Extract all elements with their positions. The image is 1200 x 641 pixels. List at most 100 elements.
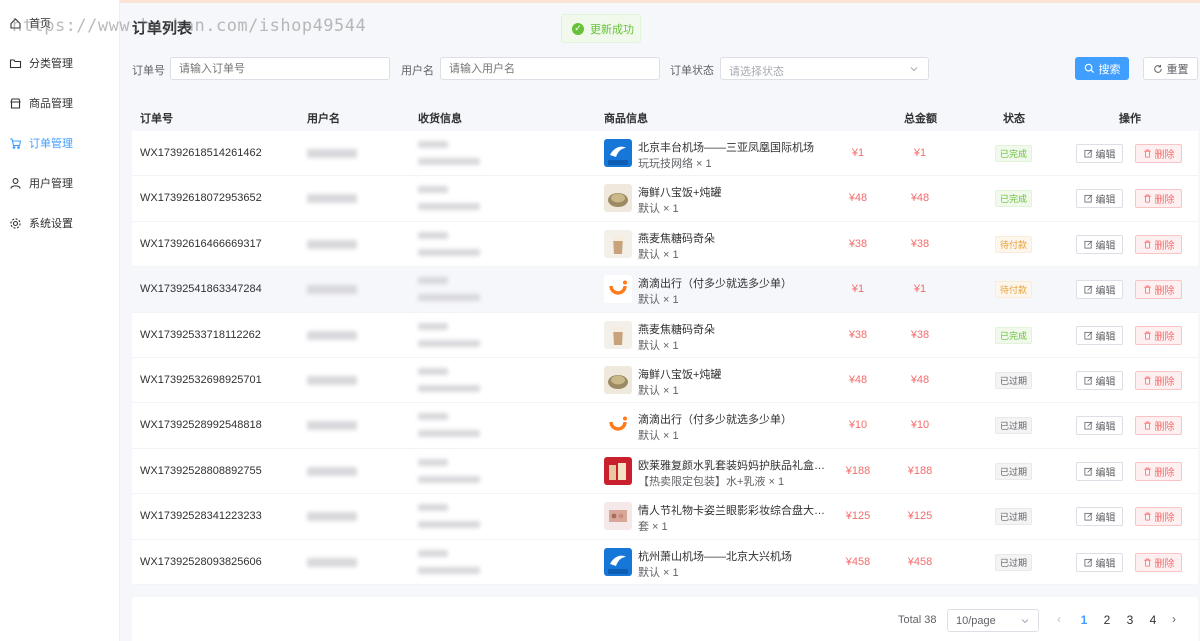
edit-button-label: 编辑 — [1095, 286, 1116, 298]
delete-button[interactable]: 删除 — [1135, 144, 1182, 163]
status-badge: 已完成 — [995, 326, 1033, 344]
shop-icon — [9, 97, 22, 110]
username-label: 用户名 — [401, 65, 434, 77]
edit-button[interactable]: 编辑 — [1076, 189, 1123, 209]
table-row: WX17392532698925701 海鲜八宝饭+炖罐 默认 × 1 ¥48 … — [132, 358, 1198, 404]
delete-button[interactable]: 删除 — [1135, 325, 1182, 345]
blurred-address — [418, 566, 480, 574]
product-name: 滴滴出行（付多少就选多少单） — [638, 278, 792, 291]
blurred-username — [307, 421, 357, 431]
page-number[interactable]: 1 — [1077, 613, 1091, 627]
page-number[interactable]: 2 — [1100, 613, 1114, 627]
sidebar-item-4[interactable]: 用户管理 — [0, 163, 119, 203]
prev-page-button[interactable]: ‹ — [1057, 612, 1061, 626]
table-row: WX17392541863347284 滴滴出行（付多少就选多少单） 默认 × … — [132, 267, 1198, 313]
delete-button[interactable]: 删除 — [1135, 189, 1182, 209]
edit-button[interactable]: 编辑 — [1076, 325, 1123, 345]
blurred-recipient — [418, 231, 448, 239]
trash-icon — [1143, 331, 1151, 340]
unit-price: ¥10 — [848, 419, 868, 432]
table-header: 订单号 用户名 收货信息 商品信息 总金额 状态 操作 — [132, 100, 1198, 131]
status-badge: 已过期 — [995, 508, 1033, 526]
header-actions: 操作 — [1119, 113, 1141, 125]
product-spec: 【热卖限定包装】水+乳液 × 1 — [638, 475, 785, 488]
delete-button[interactable]: 删除 — [1135, 370, 1182, 390]
blurred-username — [307, 512, 357, 522]
unit-price: ¥1 — [851, 147, 865, 159]
total-amount: ¥125 — [907, 510, 933, 523]
username-input[interactable] — [440, 57, 660, 80]
unit-price: ¥125 — [845, 510, 871, 523]
sidebar-item-3[interactable]: 订单管理 — [0, 123, 119, 163]
delete-button[interactable]: 删除 — [1135, 461, 1182, 481]
chevron-down-icon — [910, 67, 918, 72]
sidebar-item-5[interactable]: 系统设置 — [0, 203, 119, 243]
status-select[interactable]: 请选择状态 — [720, 57, 929, 80]
delete-button[interactable]: 删除 — [1135, 280, 1182, 300]
unit-price: ¥48 — [848, 373, 868, 386]
product-name: 燕麦焦糖码奇朵 — [638, 232, 715, 245]
blurred-recipient — [418, 322, 448, 330]
edit-button[interactable]: 编辑 — [1076, 370, 1123, 390]
page-number[interactable]: 3 — [1123, 613, 1137, 627]
blurred-address — [418, 294, 480, 302]
order-no-label: 订单号 — [132, 65, 165, 77]
delete-button-label: 删除 — [1154, 195, 1175, 207]
edit-button[interactable]: 编辑 — [1076, 461, 1123, 481]
blurred-username — [307, 239, 357, 249]
edit-button[interactable]: 编辑 — [1076, 234, 1123, 254]
edit-button[interactable]: 编辑 — [1076, 507, 1123, 527]
trash-icon — [1143, 467, 1151, 476]
edit-button[interactable]: 编辑 — [1076, 552, 1123, 572]
sidebar-item-label: 系统设置 — [29, 218, 73, 230]
delete-button[interactable]: 删除 — [1135, 416, 1182, 436]
page-number[interactable]: 4 — [1146, 613, 1160, 627]
order-no-input[interactable] — [170, 57, 390, 80]
blurred-recipient — [418, 141, 448, 148]
edit-button[interactable]: 编辑 — [1076, 280, 1123, 300]
delete-button-label: 删除 — [1154, 331, 1175, 343]
delete-button[interactable]: 删除 — [1135, 552, 1182, 572]
product-thumbnail — [604, 139, 632, 167]
status-badge: 已过期 — [995, 462, 1033, 480]
product-thumbnail — [604, 411, 632, 440]
trash-icon — [1143, 422, 1151, 430]
product-spec: 默认 × 1 — [638, 384, 679, 397]
product-name: 杭州萧山机场——北京大兴机场 — [638, 550, 792, 563]
header-username: 用户名 — [307, 113, 340, 125]
sidebar-item-0[interactable]: 首页 — [0, 3, 119, 43]
sidebar: 首页 分类管理 商品管理 订单管理 用户管理系统设置 — [0, 0, 120, 641]
edit-icon — [1083, 331, 1092, 340]
product-spec: 默认 × 1 — [638, 339, 679, 352]
folder-icon — [9, 57, 22, 70]
product-thumbnail — [604, 547, 632, 576]
table-row: WX17392528808892755 欧莱雅复颜水乳套装妈妈护肤品礼盒滋润..… — [132, 449, 1198, 495]
sidebar-item-2[interactable]: 商品管理 — [0, 83, 119, 123]
product-name: 欧莱雅复颜水乳套装妈妈护肤品礼盒滋润... — [638, 459, 834, 472]
product-name: 滴滴出行（付多少就选多少单） — [638, 414, 792, 427]
order-number: WX17392528093825606 — [140, 555, 262, 568]
product-spec: 默认 × 1 — [638, 248, 679, 261]
sidebar-item-1[interactable]: 分类管理 — [0, 43, 119, 83]
edit-icon — [1083, 149, 1092, 158]
table-row: WX17392618514261462 北京丰台机场——三亚凤凰国际机场 玩玩技… — [132, 131, 1198, 177]
header-order-no: 订单号 — [140, 113, 173, 125]
page-size-select[interactable]: 10/page — [947, 609, 1039, 632]
next-page-button[interactable]: › — [1172, 612, 1176, 626]
edit-button[interactable]: 编辑 — [1076, 144, 1123, 163]
delete-button[interactable]: 删除 — [1135, 234, 1182, 254]
edit-button-label: 编辑 — [1095, 513, 1116, 525]
product-thumbnail — [604, 365, 632, 394]
delete-button[interactable]: 删除 — [1135, 507, 1182, 527]
search-button[interactable]: 搜索 — [1075, 57, 1129, 80]
table-row: WX17392528093825606 杭州萧山机场——北京大兴机场 默认 × … — [132, 540, 1198, 585]
order-number: WX17392532698925701 — [140, 373, 262, 386]
blurred-recipient — [418, 186, 448, 194]
page-title: 订单列表 — [132, 20, 193, 37]
edit-button[interactable]: 编辑 — [1076, 416, 1123, 436]
trash-icon — [1143, 149, 1151, 158]
edit-button-label: 编辑 — [1095, 150, 1116, 161]
reset-button[interactable]: 重置 — [1143, 57, 1198, 80]
edit-button-label: 编辑 — [1095, 422, 1116, 434]
gear-icon — [9, 217, 22, 230]
